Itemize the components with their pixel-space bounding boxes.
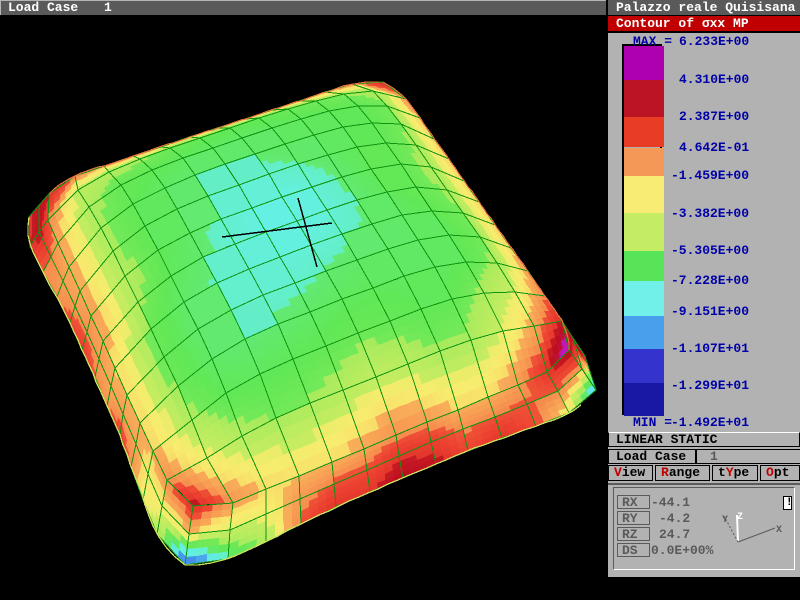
svg-text:Z: Z bbox=[737, 512, 743, 523]
svg-text:X: X bbox=[776, 525, 782, 536]
svg-text:Y: Y bbox=[722, 515, 728, 526]
